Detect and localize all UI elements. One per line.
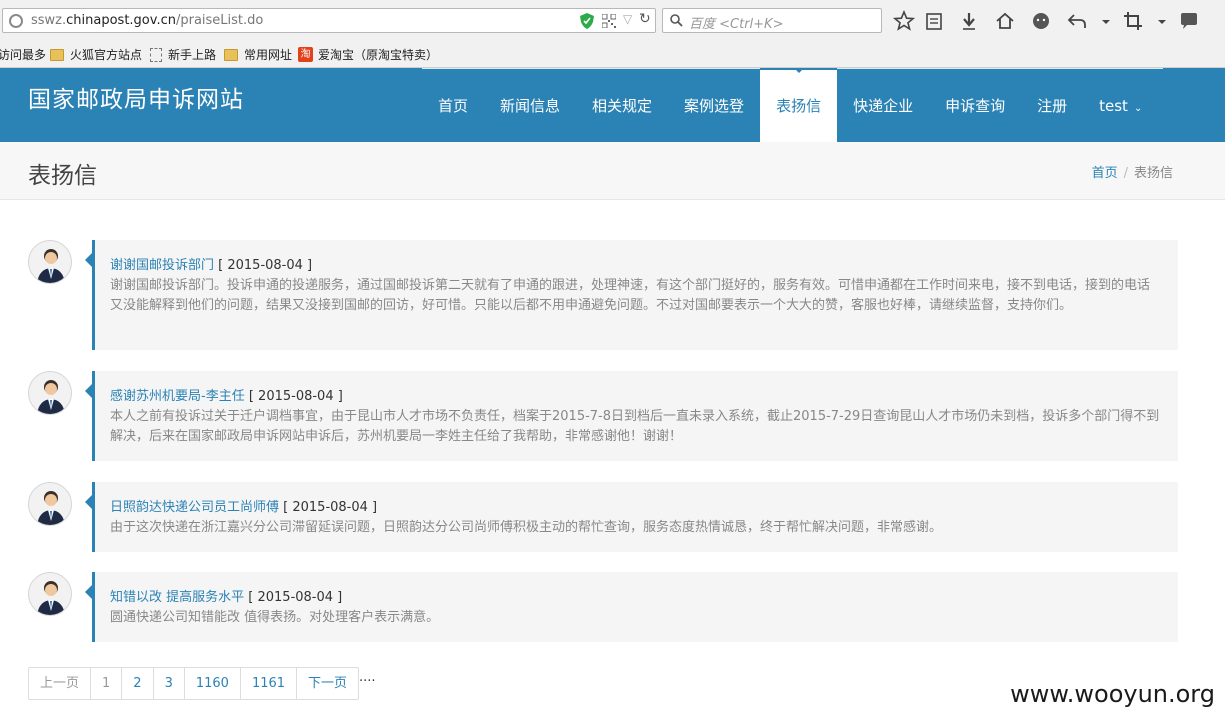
letter-body: 由于这次快递在浙江嘉兴分公司滞留延误问题，日照韵达分公司尚师傅积极主动的帮忙查询… bbox=[110, 520, 943, 535]
bookmarks-bar: 访问最多 火狐官方站点 新手上路 常用网址 淘爱淘宝（原淘宝特卖） bbox=[0, 42, 1225, 68]
nav-cases[interactable]: 案例选登 bbox=[668, 68, 760, 142]
qr-code-icon[interactable] bbox=[602, 14, 616, 28]
undo-dropdown-icon[interactable] bbox=[1095, 10, 1110, 32]
page-button[interactable]: 1161 bbox=[241, 668, 298, 699]
page-button[interactable]: 1160 bbox=[185, 668, 241, 699]
page-button[interactable]: 3 bbox=[154, 668, 185, 699]
crop-icon[interactable] bbox=[1122, 10, 1144, 32]
search-placeholder: 百度 <Ctrl+K> bbox=[689, 17, 784, 32]
page-button[interactable]: 1 bbox=[91, 668, 123, 699]
letter-body: 谢谢国邮投诉部门。投诉申通的投递服务，通过国邮投诉第二天就有了申通的跟进，处理神… bbox=[110, 278, 1151, 313]
search-box[interactable]: 百度 <Ctrl+K> bbox=[662, 8, 882, 33]
shield-icon[interactable] bbox=[580, 13, 594, 29]
chat-face-icon[interactable] bbox=[1030, 10, 1052, 32]
nav-news[interactable]: 新闻信息 bbox=[484, 68, 576, 142]
letter-date: [ 2015-08-04 ] bbox=[248, 590, 343, 605]
crop-dropdown-icon[interactable] bbox=[1151, 10, 1166, 32]
nav-complaint-query[interactable]: 申诉查询 bbox=[929, 68, 1021, 142]
avatar bbox=[28, 240, 72, 284]
letter-date: [ 2015-08-04 ] bbox=[248, 389, 343, 404]
breadcrumb-current: 表扬信 bbox=[1133, 166, 1173, 181]
prev-page-button[interactable]: 上一页 bbox=[29, 668, 92, 699]
undo-icon[interactable] bbox=[1066, 10, 1088, 32]
folder-icon bbox=[224, 48, 238, 61]
letter-body: 圆通快递公司知错能改 值得表扬。对处理客户表示满意。 bbox=[110, 610, 440, 625]
search-icon bbox=[670, 14, 683, 27]
browser-toolbar: sswz.chinapost.gov.cn/praiseList.do ▽ ↻ … bbox=[0, 0, 1225, 42]
watermark: www.wooyun.org bbox=[1010, 680, 1215, 708]
nav-express-companies[interactable]: 快递企业 bbox=[837, 68, 929, 142]
page-title: 表扬信 bbox=[28, 163, 97, 189]
breadcrumb: 首页 / 表扬信 bbox=[1092, 162, 1173, 181]
bookmark-most-visited[interactable]: 访问最多 bbox=[0, 46, 46, 63]
letter-bubble: 感谢苏州机要局-李主任 [ 2015-08-04 ] 本人之前有投诉过关于迁户调… bbox=[85, 371, 1178, 461]
letter-bubble: 知错以改 提高服务水平 [ 2015-08-04 ] 圆通快递公司知错能改 值得… bbox=[85, 572, 1178, 642]
nav-home[interactable]: 首页 bbox=[422, 68, 484, 142]
chevron-down-icon: ⌄ bbox=[1133, 103, 1143, 114]
home-icon[interactable] bbox=[994, 10, 1016, 32]
avatar bbox=[28, 482, 72, 526]
letter-title-link[interactable]: 日照韵达快递公司员工尚师傅 bbox=[110, 500, 279, 515]
bookmark-firefox-site[interactable]: 火狐官方站点 bbox=[50, 46, 142, 63]
bookmark-aitaobao[interactable]: 淘爱淘宝（原淘宝特卖） bbox=[298, 46, 438, 63]
download-icon[interactable] bbox=[958, 10, 980, 32]
site-header: 国家邮政局申诉网站 首页 新闻信息 相关规定 案例选登 表扬信 快递企业 申诉查… bbox=[0, 68, 1225, 142]
folder-icon bbox=[50, 48, 64, 61]
letter-title-link[interactable]: 谢谢国邮投诉部门 bbox=[110, 258, 214, 273]
page-button[interactable]: 2 bbox=[122, 668, 154, 699]
letter-body: 本人之前有投诉过关于迁户调档事宜，由于昆山市人才市场不负责任，档案于2015-7… bbox=[110, 409, 1160, 444]
main-nav: 首页 新闻信息 相关规定 案例选登 表扬信 快递企业 申诉查询 注册 test ⌄ bbox=[422, 68, 1158, 142]
site-title[interactable]: 国家邮政局申诉网站 bbox=[28, 80, 244, 114]
nav-user-menu[interactable]: test ⌄ bbox=[1083, 68, 1158, 142]
avatar bbox=[28, 572, 72, 616]
reading-list-icon[interactable] bbox=[923, 10, 945, 32]
pagination-ellipsis: .... bbox=[359, 670, 376, 685]
address-url: sswz.chinapost.gov.cn/praiseList.do bbox=[31, 13, 264, 28]
page-icon bbox=[150, 47, 162, 62]
nav-praise-letters[interactable]: 表扬信 bbox=[760, 68, 838, 142]
letter-bubble: 日照韵达快递公司员工尚师傅 [ 2015-08-04 ] 由于这次快递在浙江嘉兴… bbox=[85, 482, 1178, 552]
user-name: test bbox=[1099, 97, 1128, 115]
page-title-bar: 表扬信 首页 / 表扬信 bbox=[0, 142, 1225, 200]
letter-bubble: 谢谢国邮投诉部门 [ 2015-08-04 ] 谢谢国邮投诉部门。投诉申通的投递… bbox=[85, 240, 1178, 350]
star-bookmark-icon[interactable] bbox=[892, 9, 916, 32]
nav-regulations[interactable]: 相关规定 bbox=[576, 68, 668, 142]
bookmark-getting-started[interactable]: 新手上路 bbox=[150, 46, 216, 63]
pagination: 上一页 1 2 3 1160 1161 下一页 bbox=[28, 667, 360, 700]
letter-date: [ 2015-08-04 ] bbox=[218, 258, 313, 273]
avatar bbox=[28, 371, 72, 415]
letter-title-link[interactable]: 知错以改 提高服务水平 bbox=[110, 590, 244, 605]
message-icon[interactable] bbox=[1178, 10, 1200, 32]
globe-icon bbox=[9, 14, 23, 28]
nav-register[interactable]: 注册 bbox=[1021, 68, 1083, 142]
breadcrumb-separator: / bbox=[1123, 166, 1128, 181]
next-page-button[interactable]: 下一页 bbox=[297, 668, 358, 699]
taobao-icon: 淘 bbox=[298, 47, 313, 62]
letter-date: [ 2015-08-04 ] bbox=[283, 500, 378, 515]
letter-title-link[interactable]: 感谢苏州机要局-李主任 bbox=[110, 389, 245, 404]
reload-icon[interactable]: ↻ bbox=[639, 11, 651, 27]
dropdown-arrow-icon[interactable]: ▽ bbox=[623, 12, 632, 26]
address-bar[interactable]: sswz.chinapost.gov.cn/praiseList.do ▽ ↻ bbox=[2, 8, 656, 33]
bookmark-common-sites[interactable]: 常用网址 bbox=[224, 46, 292, 63]
breadcrumb-home-link[interactable]: 首页 bbox=[1092, 166, 1118, 181]
